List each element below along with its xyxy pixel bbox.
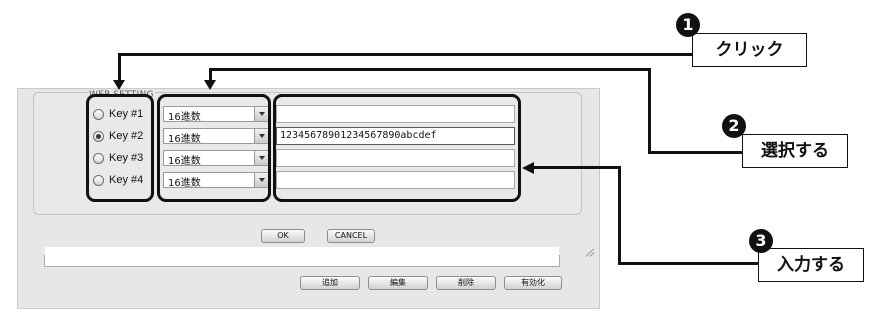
connector-line xyxy=(648,151,742,154)
step-1-badge: 1 xyxy=(676,13,700,37)
connector-line xyxy=(648,68,651,153)
enable-button[interactable]: 有効化 xyxy=(504,276,562,290)
step-1-text: クリック xyxy=(715,40,784,60)
connector-line xyxy=(532,166,621,169)
step-3-text: 入力する xyxy=(777,255,845,275)
step-2-callout: 選択する xyxy=(742,134,848,168)
step-3-badge: 3 xyxy=(749,229,773,253)
step-1-callout: クリック xyxy=(692,33,807,67)
add-button[interactable]: 追加 xyxy=(300,276,360,290)
step-2-badge: 2 xyxy=(722,114,746,138)
entry-list[interactable] xyxy=(44,247,560,267)
radio-column-highlight xyxy=(86,94,154,202)
connector-line xyxy=(118,53,121,80)
connector-line xyxy=(209,68,651,71)
arrow-down-icon xyxy=(113,80,125,90)
format-column-highlight xyxy=(157,94,271,202)
connector-line xyxy=(118,53,692,56)
delete-button[interactable]: 削除 xyxy=(436,276,496,290)
ok-button[interactable]: OK xyxy=(261,229,305,243)
step-2-text: 選択する xyxy=(761,141,829,161)
edit-button[interactable]: 編集 xyxy=(368,276,428,290)
connector-line xyxy=(618,262,758,265)
connector-line xyxy=(618,166,621,264)
resize-grip-icon[interactable] xyxy=(586,248,594,256)
key-column-highlight xyxy=(273,94,521,202)
arrow-down-icon xyxy=(204,80,216,90)
cancel-button[interactable]: CANCEL xyxy=(327,229,375,243)
step-3-callout: 入力する xyxy=(758,248,864,282)
